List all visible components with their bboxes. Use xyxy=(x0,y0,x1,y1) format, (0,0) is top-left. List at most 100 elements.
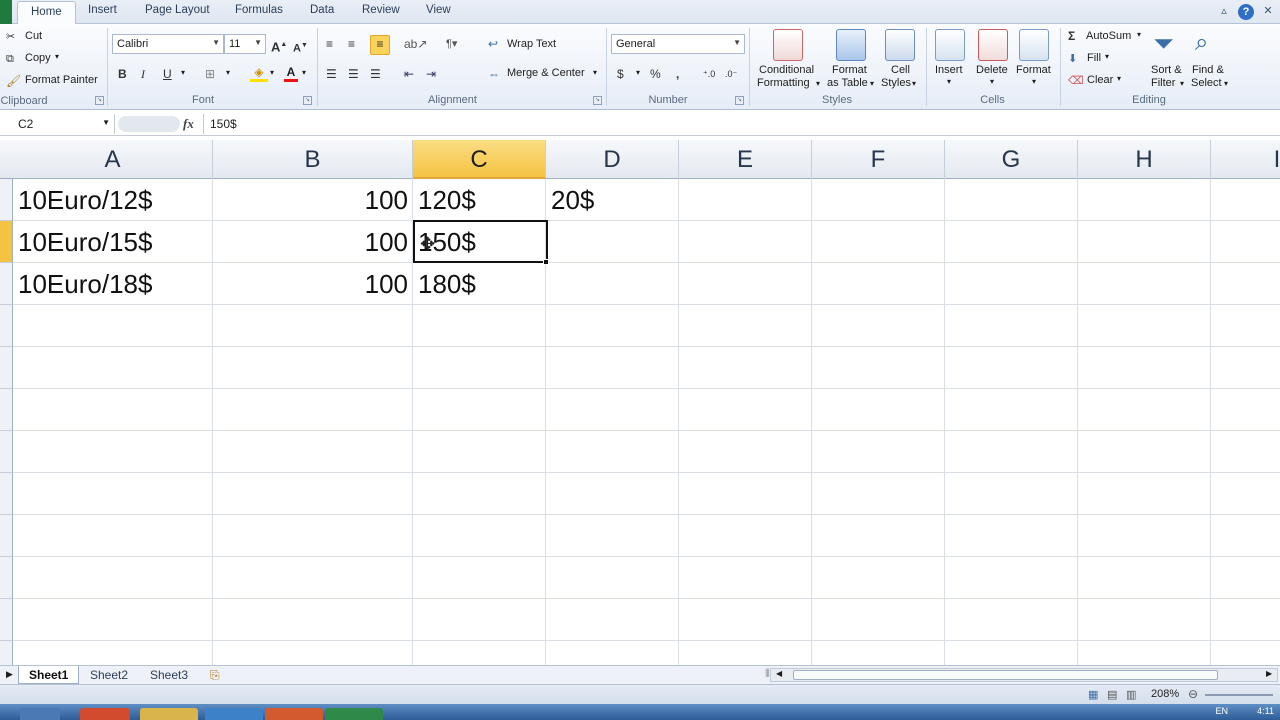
new-sheet-icon[interactable]: ⎘ xyxy=(210,668,220,683)
number-launcher-icon[interactable]: ↘ xyxy=(735,96,744,105)
cell-a1[interactable]: 10Euro/12$ xyxy=(18,179,152,221)
column-header-g[interactable]: G xyxy=(945,140,1078,179)
align-bottom-icon[interactable]: ≡ xyxy=(370,35,390,55)
column-header-d[interactable]: D xyxy=(546,140,679,179)
font-family-select[interactable]: Calibri ▼ xyxy=(112,34,224,54)
clear-button[interactable]: Clear xyxy=(1087,74,1113,86)
underline-dropdown-icon[interactable]: ▾ xyxy=(181,68,185,77)
borders-dropdown-icon[interactable]: ▾ xyxy=(226,68,230,77)
zoom-out-icon[interactable]: ⊖ xyxy=(1188,687,1198,701)
row-header[interactable] xyxy=(0,263,13,305)
column-header-e[interactable]: E xyxy=(679,140,812,179)
decrease-decimal-icon[interactable]: .0⁻ xyxy=(725,66,737,82)
scroll-left-icon[interactable]: ◀ xyxy=(776,669,782,678)
chevron-down-icon[interactable]: ▾ xyxy=(990,77,994,86)
taskbar-app-excel[interactable] xyxy=(325,708,383,720)
increase-decimal-icon[interactable]: ⁺.0 xyxy=(703,66,715,82)
conditional-formatting-line1[interactable]: Conditional xyxy=(759,64,814,76)
sort-filter-line2[interactable]: Filter xyxy=(1151,77,1175,89)
font-launcher-icon[interactable]: ↘ xyxy=(303,96,312,105)
row-header[interactable] xyxy=(0,179,13,221)
chevron-down-icon[interactable]: ▾ xyxy=(870,79,874,88)
row-header[interactable] xyxy=(0,557,13,599)
cell-styles-line2[interactable]: Styles xyxy=(881,77,911,89)
taskbar-app-explorer[interactable] xyxy=(20,708,60,720)
taskbar-app-chrome[interactable] xyxy=(80,708,130,720)
chevron-down-icon[interactable]: ▾ xyxy=(912,79,916,88)
chevron-down-icon[interactable]: ▾ xyxy=(1137,30,1141,39)
sheet-tab-sheet1[interactable]: Sheet1 xyxy=(18,666,80,684)
row-header[interactable] xyxy=(0,221,13,263)
formula-input[interactable]: 150$ xyxy=(203,114,1279,134)
row-header[interactable] xyxy=(0,431,13,473)
sort-filter-line1[interactable]: Sort & xyxy=(1151,64,1182,76)
chevron-down-icon[interactable]: ▾ xyxy=(816,79,820,88)
row-header[interactable] xyxy=(0,599,13,641)
taskbar-app-folder[interactable] xyxy=(140,708,198,720)
alignment-launcher-icon[interactable]: ↘ xyxy=(593,96,602,105)
page-layout-view-icon[interactable]: ▤ xyxy=(1107,688,1117,701)
align-right-icon[interactable]: ☰ xyxy=(370,66,381,82)
decrease-indent-icon[interactable]: ⇤ xyxy=(404,66,414,82)
clock[interactable]: 4:11 xyxy=(1257,706,1274,716)
chevron-down-icon[interactable]: ▾ xyxy=(1180,79,1184,88)
fill-color-dropdown-icon[interactable]: ▾ xyxy=(270,68,274,77)
increase-indent-icon[interactable]: ⇥ xyxy=(426,66,436,82)
fill-color-icon[interactable]: ◈ xyxy=(250,64,268,82)
zoom-slider[interactable] xyxy=(1205,694,1273,696)
copy-dropdown-arrow-icon[interactable]: ▾ xyxy=(55,52,59,61)
normal-view-icon[interactable]: ▦ xyxy=(1088,688,1098,701)
tab-view[interactable]: View xyxy=(426,4,451,16)
taskbar-app-ie[interactable] xyxy=(205,708,263,720)
grow-font-icon[interactable]: A▲ xyxy=(271,37,287,55)
scrollbar-thumb[interactable] xyxy=(793,670,1218,680)
bold-button[interactable]: B xyxy=(118,66,127,82)
scroll-right-icon[interactable]: ▶ xyxy=(1266,669,1272,678)
text-direction-icon[interactable]: ¶▾ xyxy=(446,36,457,52)
cell-b2[interactable]: 100 xyxy=(213,221,408,263)
comma-style-button[interactable]: , xyxy=(676,66,679,82)
number-format-select[interactable]: General ▼ xyxy=(611,34,745,54)
tab-review[interactable]: Review xyxy=(362,4,400,16)
merge-dropdown-icon[interactable]: ▾ xyxy=(593,68,597,77)
fill-handle[interactable] xyxy=(543,259,549,265)
find-select-line2[interactable]: Select xyxy=(1191,77,1222,89)
taskbar-app-powerpoint[interactable] xyxy=(265,708,323,720)
row-header[interactable] xyxy=(0,473,13,515)
shrink-font-icon[interactable]: A▼ xyxy=(293,38,308,57)
insert-cells-button[interactable]: Insert xyxy=(935,64,963,76)
sheet-nav-first-icon[interactable]: ▶ xyxy=(6,669,13,680)
cell-b1[interactable]: 100 xyxy=(213,179,408,221)
autosum-button[interactable]: AutoSum xyxy=(1086,30,1131,42)
format-as-table-line2[interactable]: as Table xyxy=(827,77,868,89)
chevron-down-icon[interactable]: ▾ xyxy=(1117,74,1121,83)
close-window-icon[interactable]: ✕ xyxy=(1260,4,1276,20)
zoom-level[interactable]: 208% xyxy=(1151,688,1179,700)
column-header-c[interactable]: C xyxy=(413,140,546,179)
file-tab[interactable] xyxy=(0,0,12,24)
row-header[interactable] xyxy=(0,347,13,389)
merge-center-button[interactable]: Merge & Center xyxy=(507,67,585,79)
column-header-h[interactable]: H xyxy=(1078,140,1211,179)
help-icon[interactable]: ? xyxy=(1238,4,1254,20)
tab-page-layout[interactable]: Page Layout xyxy=(145,4,210,16)
cell-a2[interactable]: 10Euro/15$ xyxy=(18,221,152,263)
font-color-icon[interactable]: A xyxy=(284,64,298,82)
tab-insert[interactable]: Insert xyxy=(88,4,117,16)
currency-dropdown-icon[interactable]: ▾ xyxy=(636,68,640,77)
column-header-f[interactable]: F xyxy=(812,140,945,179)
copy-button[interactable]: Copy xyxy=(25,52,51,64)
italic-button[interactable]: I xyxy=(141,66,145,82)
cell-d1[interactable]: 20$ xyxy=(551,179,594,221)
percent-button[interactable]: % xyxy=(650,66,661,82)
row-header[interactable] xyxy=(0,515,13,557)
column-header-i[interactable]: I xyxy=(1211,140,1280,179)
currency-button[interactable]: $ xyxy=(617,66,624,82)
delete-cells-button[interactable]: Delete xyxy=(976,64,1008,76)
tab-formulas[interactable]: Formulas xyxy=(235,4,283,16)
fx-icon[interactable]: fx xyxy=(183,116,194,132)
cell-b3[interactable]: 100 xyxy=(213,263,408,305)
cell-c1[interactable]: 120$ xyxy=(418,179,476,221)
row-header[interactable] xyxy=(0,305,13,347)
conditional-formatting-line2[interactable]: Formatting xyxy=(757,77,810,89)
